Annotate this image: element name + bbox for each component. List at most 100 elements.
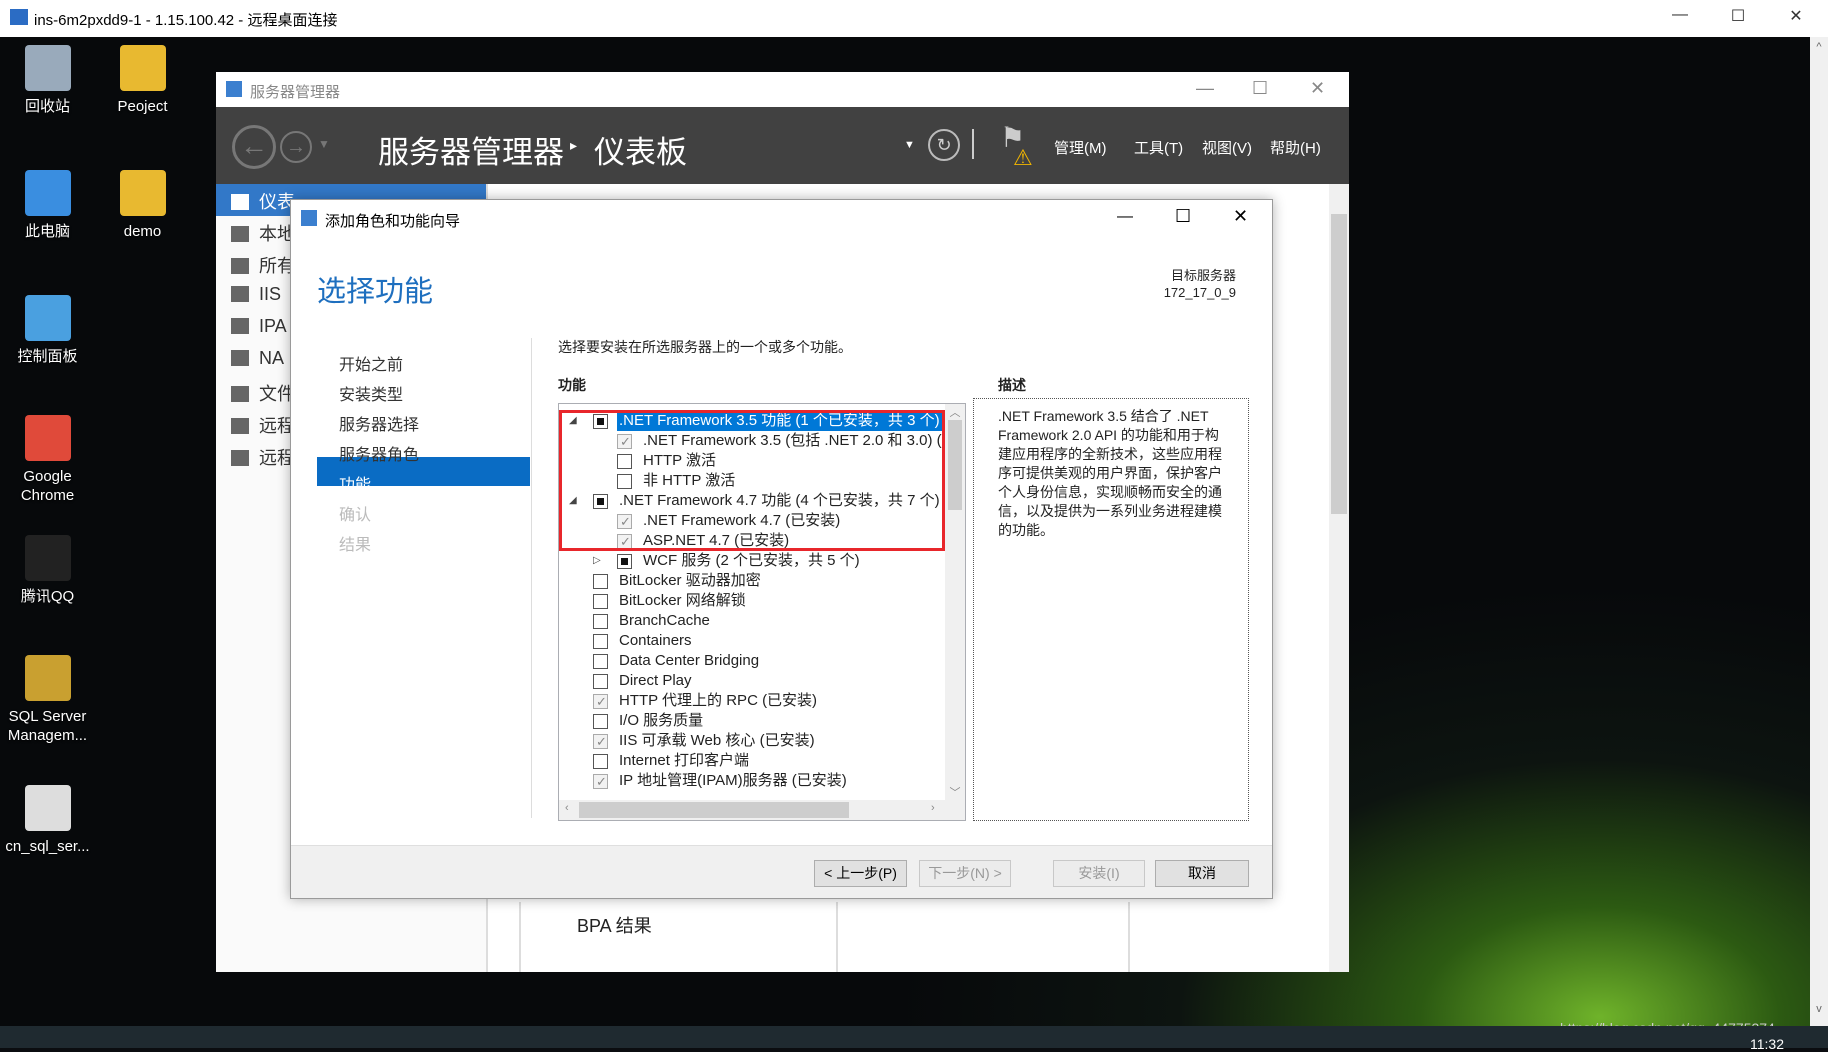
desktop-icon[interactable]: 此电脑 (0, 170, 95, 241)
cancel-button[interactable]: 取消 (1155, 860, 1249, 887)
desktop-icon-label: 控制面板 (17, 348, 78, 365)
server-manager-icon (226, 81, 242, 97)
dropdown-icon[interactable]: ▼ (904, 139, 915, 151)
desktop-icon[interactable]: SQL Server Managem... (0, 655, 95, 745)
feature-checkbox[interactable] (593, 574, 608, 589)
sm-sidebar-item[interactable]: IIS (231, 284, 281, 305)
previous-button[interactable]: < 上一步(P) (814, 860, 907, 887)
collapsed-arrow-icon[interactable]: ▷ (593, 551, 601, 571)
feature-row[interactable]: BitLocker 驱动器加密 (559, 571, 945, 591)
breadcrumb-page: 仪表板 (594, 135, 687, 170)
refresh-icon[interactable]: ↻ (928, 129, 960, 161)
wizard-nav-item[interactable]: 确认 (339, 501, 371, 525)
menu-manage[interactable]: 管理(M) (1054, 137, 1107, 158)
feature-checkbox[interactable] (593, 754, 608, 769)
sm-sidebar-item[interactable]: 文件 (231, 380, 295, 406)
feature-checkbox[interactable] (593, 692, 608, 712)
tree-hscrollbar[interactable]: ‹ › (559, 800, 965, 820)
sm-sidebar-item[interactable]: IPA (231, 316, 287, 337)
desktop-icon[interactable]: demo (95, 170, 190, 241)
sidebar-item-icon (231, 386, 249, 402)
feature-label: BitLocker 驱动器加密 (619, 572, 761, 589)
menu-view[interactable]: 视图(V) (1202, 137, 1252, 158)
menu-help[interactable]: 帮助(H) (1270, 137, 1321, 158)
feature-label: Internet 打印客户端 (619, 752, 750, 769)
sidebar-item-icon (231, 258, 249, 274)
install-button[interactable]: 安装(I) (1053, 860, 1145, 887)
desktop-icon-label: cn_sql_ser... (5, 838, 90, 855)
sm-sidebar-item[interactable]: 远程 (231, 412, 295, 438)
desktop-icon-image (119, 170, 166, 216)
wizard-nav-item[interactable]: 安装类型 (339, 381, 403, 405)
sm-maximize[interactable]: ☐ (1252, 78, 1268, 99)
sm-sidebar-item[interactable]: 仪表 (231, 188, 295, 214)
wizard-nav-item[interactable]: 服务器角色 (339, 441, 419, 465)
feature-row[interactable]: IP 地址管理(IPAM)服务器 (已安装) (559, 771, 945, 792)
minimize-button[interactable]: — (1660, 6, 1700, 24)
rdp-scrollbar[interactable]: ^ v (1810, 37, 1828, 1027)
history-dropdown-icon[interactable]: ▼ (318, 137, 330, 151)
menu-tools[interactable]: 工具(T) (1134, 137, 1183, 158)
feature-checkbox[interactable] (593, 614, 608, 629)
desktop-icon[interactable]: 控制面板 (0, 295, 95, 366)
features-label: 功能 (558, 377, 586, 393)
feature-checkbox[interactable] (593, 654, 608, 669)
close-button[interactable]: ✕ (1776, 6, 1816, 26)
desktop-icon[interactable]: Google Chrome (0, 415, 95, 505)
feature-checkbox[interactable] (593, 594, 608, 609)
next-button[interactable]: 下一步(N) > (919, 860, 1011, 887)
feature-row[interactable]: IIS 可承载 Web 核心 (已安装) (559, 731, 945, 752)
warning-icon: ⚠ (1013, 145, 1033, 170)
desktop-icon[interactable]: Peoject (95, 45, 190, 116)
wizard-nav-item[interactable]: 开始之前 (339, 351, 403, 375)
desktop-icon-label: demo (123, 223, 162, 240)
feature-row[interactable]: Internet 打印客户端 (559, 751, 945, 771)
feature-checkbox[interactable] (593, 674, 608, 689)
back-icon[interactable]: ← (232, 125, 276, 169)
feature-checkbox[interactable] (593, 732, 608, 752)
features-tree[interactable]: ◢.NET Framework 3.5 功能 (1 个已安装，共 3 个).NE… (558, 403, 966, 821)
wizard-maximize[interactable]: ☐ (1175, 206, 1191, 227)
desktop-icon-image (24, 295, 71, 341)
feature-label: Data Center Bridging (619, 652, 760, 669)
sm-sidebar-item[interactable]: NA (231, 348, 284, 369)
feature-checkbox[interactable] (617, 554, 632, 569)
desktop-icon[interactable]: 回收站 (0, 45, 95, 116)
feature-checkbox[interactable] (593, 714, 608, 729)
instruction-text: 选择要安装在所选服务器上的一个或多个功能。 (558, 339, 852, 355)
wizard-nav-item[interactable]: 结果 (339, 531, 371, 555)
desktop-icon-label: 腾讯QQ (20, 588, 75, 605)
tree-vscrollbar[interactable]: ︿ ﹀ (945, 404, 965, 802)
wizard-nav-item[interactable]: 服务器选择 (339, 411, 419, 435)
sm-scrollbar[interactable] (1329, 184, 1349, 972)
feature-row[interactable]: ▷ WCF 服务 (2 个已安装，共 5 个) (559, 551, 945, 571)
feature-row[interactable]: Containers (559, 631, 945, 651)
breadcrumb-root[interactable]: 服务器管理器 (378, 127, 564, 172)
bpa-results[interactable]: BPA 结果 (577, 912, 652, 938)
feature-row[interactable]: HTTP 代理上的 RPC (已安装) (559, 691, 945, 712)
taskbar: 11:32 (0, 1026, 1828, 1052)
wizard-close[interactable]: ✕ (1233, 206, 1248, 227)
feature-row[interactable]: I/O 服务质量 (559, 711, 945, 731)
sm-minimize[interactable]: — (1196, 78, 1214, 99)
desktop-icon-image (24, 655, 71, 701)
feature-checkbox[interactable] (593, 634, 608, 649)
sm-sidebar-item[interactable]: 远程 (231, 444, 295, 470)
sm-close[interactable]: ✕ (1310, 78, 1325, 99)
feature-checkbox[interactable] (593, 772, 608, 792)
wizard-nav-item[interactable]: 功能 (339, 471, 371, 495)
feature-row[interactable]: BranchCache (559, 611, 945, 631)
forward-icon[interactable]: → (280, 131, 312, 163)
description-text: .NET Framework 3.5 结合了 .NET Framework 2.… (973, 398, 1249, 821)
desktop-icon[interactable]: 腾讯QQ (0, 535, 95, 606)
sm-sidebar-item[interactable]: 所有 (231, 252, 295, 278)
wizard-minimize[interactable]: — (1117, 208, 1133, 226)
sm-sidebar-item[interactable]: 本地 (231, 220, 295, 246)
maximize-button[interactable]: ☐ (1718, 6, 1758, 26)
feature-row[interactable]: BitLocker 网络解锁 (559, 591, 945, 611)
desktop-icon-label: Peoject (117, 98, 168, 115)
wizard-icon (301, 210, 317, 226)
desktop-icon[interactable]: cn_sql_ser... (0, 785, 95, 856)
feature-row[interactable]: Data Center Bridging (559, 651, 945, 671)
feature-row[interactable]: Direct Play (559, 671, 945, 691)
